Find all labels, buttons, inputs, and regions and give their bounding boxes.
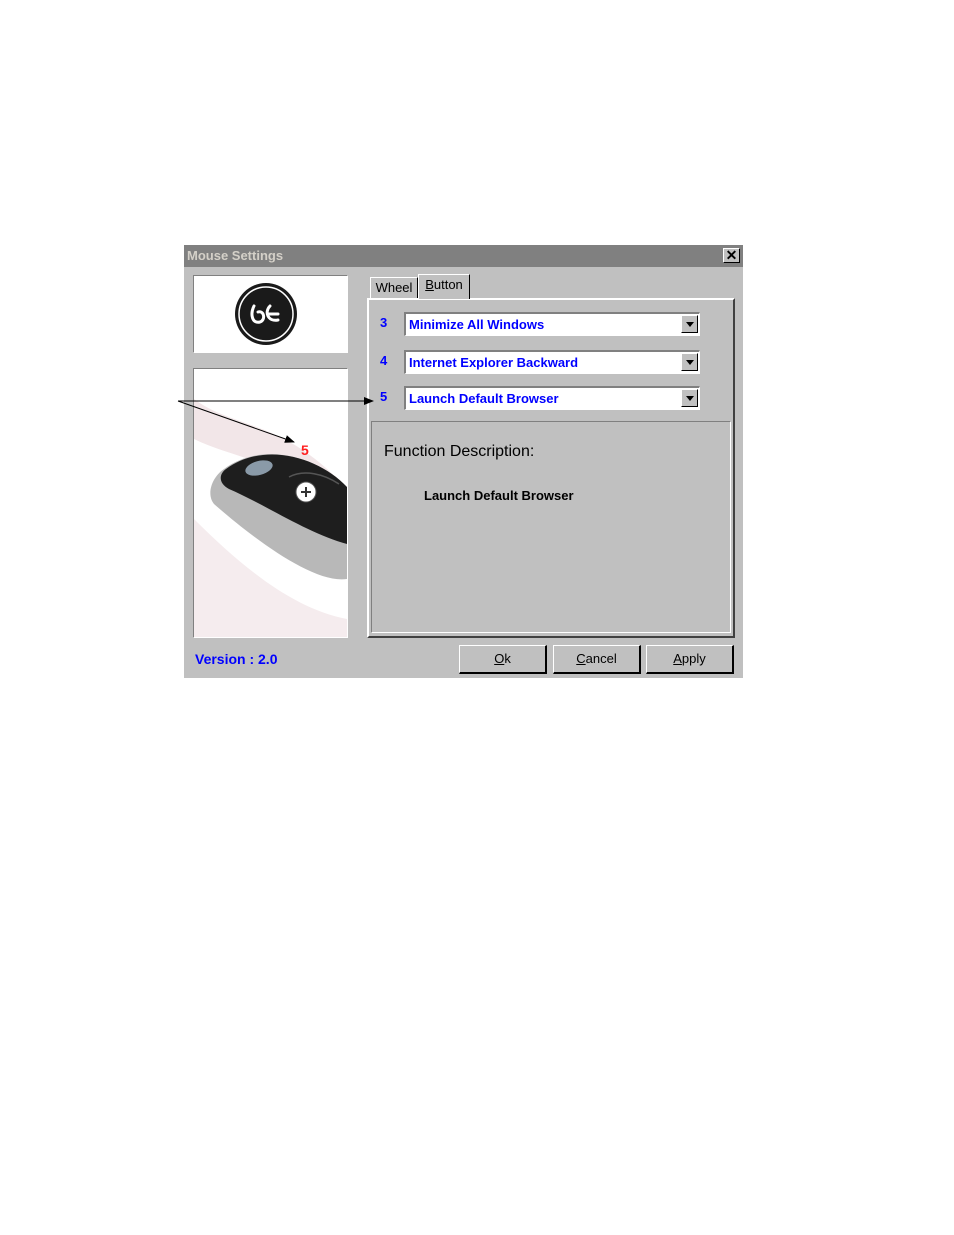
cancel-label: ancel [585, 651, 617, 666]
tab-button-label: utton [433, 277, 463, 292]
button-5-number: 5 [380, 389, 388, 404]
cancel-button[interactable]: Cancel [553, 645, 641, 674]
button-3-select[interactable]: Minimize All Windows [404, 312, 700, 336]
ok-accel: O [494, 651, 505, 666]
cancel-accel: C [576, 651, 586, 666]
button-4-value: Internet Explorer Backward [409, 355, 579, 370]
mouse-settings-dialog: Mouse Settings ✕ Wheel Button 3 Minimize… [184, 245, 743, 678]
window-title: Mouse Settings [187, 248, 284, 263]
chevron-down-icon[interactable] [681, 315, 698, 333]
close-button[interactable]: ✕ [723, 248, 740, 263]
apply-accel: A [673, 651, 682, 666]
apply-label: pply [681, 651, 706, 666]
tab-button[interactable]: Button [418, 274, 470, 299]
ge-logo [235, 283, 297, 345]
button-3-value: Minimize All Windows [409, 317, 545, 332]
version-label: Version : 2.0 [195, 651, 278, 667]
tab-wheel-label: Wheel [375, 280, 413, 295]
button-5-select[interactable]: Launch Default Browser [404, 386, 700, 410]
logo-panel [193, 275, 348, 353]
button-4-number: 4 [380, 353, 388, 368]
ok-button[interactable]: Ok [459, 645, 547, 674]
apply-button[interactable]: Apply [646, 645, 734, 674]
function-description-text: Launch Default Browser [424, 488, 574, 503]
button-5-value: Launch Default Browser [409, 391, 559, 406]
tab-wheel[interactable]: Wheel [370, 277, 418, 299]
chevron-down-icon[interactable] [681, 353, 698, 371]
close-icon: ✕ [725, 247, 738, 263]
button-5-callout-label: 5 [301, 442, 309, 458]
ok-label: k [504, 651, 511, 666]
mouse-illustration [194, 399, 347, 637]
chevron-down-icon[interactable] [681, 389, 698, 407]
tab-button-accel: B [425, 277, 434, 292]
title-bar[interactable]: Mouse Settings ✕ [184, 245, 743, 267]
button-3-number: 3 [380, 315, 388, 330]
mouse-image-panel [193, 368, 348, 638]
function-description-title: Function Description: [384, 443, 535, 460]
button-4-select[interactable]: Internet Explorer Backward [404, 350, 700, 374]
